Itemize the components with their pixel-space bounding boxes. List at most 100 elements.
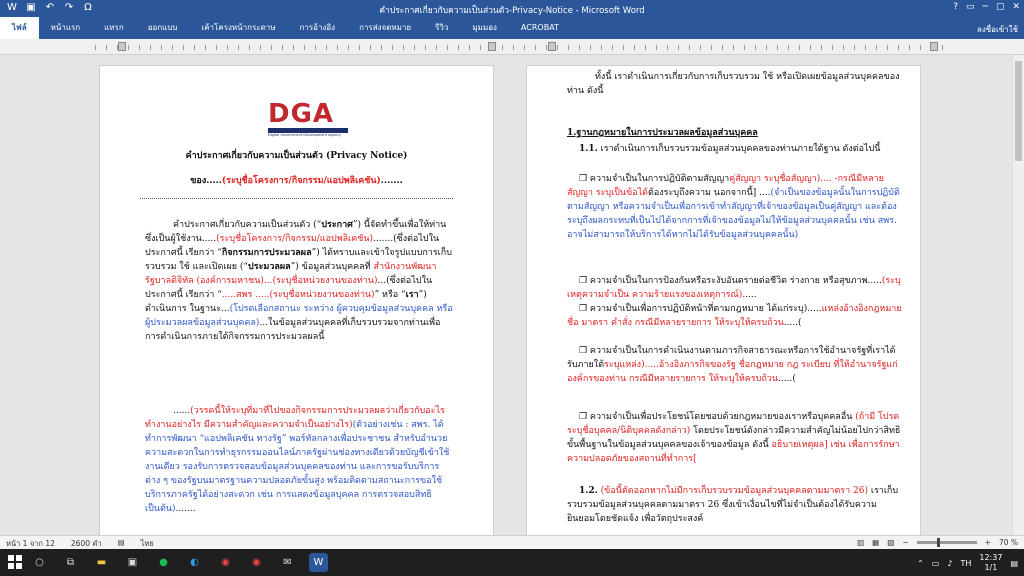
search-icon[interactable]: ○	[30, 553, 49, 572]
text-run: ” หรือ “	[374, 290, 406, 300]
page-left[interactable]: DGA Digital Government Development Agenc…	[99, 65, 494, 535]
tab-layout[interactable]: เค้าโครงหน้ากระดาษ	[189, 17, 287, 39]
section-1-2: 1.2. (ข้อนี้ตัดออกหากไม่มีการเก็บรวบรวมข…	[567, 484, 904, 526]
chrome-icon[interactable]: ◉	[216, 553, 235, 572]
edge-icon[interactable]: ◐	[185, 553, 204, 572]
tab-references[interactable]: การอ้างอิง	[288, 17, 348, 39]
status-bar: หน้า 1 จาก 12 2600 คำ ▤ ไทย ▥ ▦ ▧ − + 70…	[0, 535, 1024, 549]
heading-legal-basis: 1.ฐานกฎหมายในการประมวลผลข้อมูลส่วนบุคคล	[567, 128, 758, 138]
spotify-icon[interactable]: ●	[154, 553, 173, 572]
ribbon: ไฟล์ หน้าแรก แทรก ออกแบบ เค้าโครงหน้ากระ…	[0, 17, 1024, 39]
zoom-in-icon[interactable]: +	[985, 538, 991, 547]
system-clock[interactable]: 12:37 1/1	[979, 553, 1002, 573]
page-right[interactable]: ทั้งนี้ เราดำเนินการเกี่ยวกับการเก็บรวบร…	[526, 65, 921, 535]
right-indent-marker[interactable]	[930, 42, 938, 51]
text-run: .....(	[783, 318, 802, 328]
text-run: ......	[173, 406, 191, 416]
text-run: .....	[742, 290, 757, 300]
checkbox-item-legal-obligation[interactable]: ❒ ความจำเป็นเพื่อการปฏิบัติหน้าที่ตามกฎห…	[567, 302, 904, 330]
text-run: ❒ ความจำเป็นเพื่อประโยชน์โดยชอบด้วยกฎหมา…	[579, 412, 856, 422]
section-1-1: 1.1. เราดำเนินการเก็บรวบรวมข้อมูลส่วนบุค…	[567, 142, 904, 156]
document-canvas[interactable]: DGA Digital Government Development Agenc…	[0, 55, 1024, 535]
window-title: คำประกาศเกี่ยวกับความเป็นส่วนตัว-Privacy…	[379, 6, 645, 16]
text-run: .......	[175, 504, 196, 514]
text-run: ประกาศ	[321, 220, 353, 230]
vertical-scrollbar[interactable]	[1012, 55, 1024, 535]
tab-review[interactable]: รีวิว	[423, 17, 460, 39]
ribbon-display-icon[interactable]: ▭	[966, 2, 975, 12]
clock-time: 12:37	[979, 553, 1003, 562]
notification-icon[interactable]: ▤	[1010, 559, 1018, 568]
zoom-out-icon[interactable]: −	[902, 538, 908, 547]
text-run: ❒ ความจำเป็นเพื่อการปฏิบัติหน้าที่ตามกฎห…	[579, 304, 822, 314]
text-run: ประมวลผล	[248, 262, 291, 272]
paragraph-background: ......(วรรคนี้ให้ระบุที่มาที่ไปของกิจกรร…	[145, 404, 453, 518]
placeholder-text: (ข้อนี้ตัดออกหากไม่มีการเก็บรวบรวมข้อมูล…	[600, 486, 869, 496]
file-explorer-icon[interactable]: ▬	[92, 553, 111, 572]
checkbox-item-contract[interactable]: ❒ ความจำเป็นในการปฏิบัติตามสัญญาคู่สัญญา…	[567, 172, 904, 242]
placeholder-text: ระบุแหล่ง).....อ้างอิงภารกิจของรัฐ ชื่อก…	[567, 360, 898, 384]
volume-icon[interactable]: ♪	[947, 559, 952, 568]
mail-icon[interactable]: ✉	[278, 553, 297, 572]
column-marker[interactable]	[548, 42, 556, 51]
text-run: กิจกรรมการประมวลผล	[221, 248, 312, 258]
text-run: ”) ข้อมูลส่วนบุคคลที่	[290, 262, 374, 272]
task-view-icon[interactable]: ⧉	[61, 553, 80, 572]
text-run: ❒ ความจำเป็นในการป้องกันหรือระงับอันตราย…	[579, 276, 882, 286]
logo-text: DGA	[268, 99, 335, 129]
text-run: เรา	[405, 290, 419, 300]
checkbox-item-legitimate-interest[interactable]: ❒ ความจำเป็นเพื่อประโยชน์โดยชอบด้วยกฎหมา…	[567, 410, 904, 466]
print-layout-icon[interactable]: ▦	[872, 538, 879, 547]
zoom-slider-knob[interactable]	[936, 538, 940, 547]
placeholder-text: .....สพร .....(ระบุชื่อหน่วยงานของท่าน)	[221, 290, 375, 300]
left-indent-marker[interactable]	[118, 42, 126, 51]
text-run: คำประกาศเกี่ยวกับความเป็นส่วนตัว (“	[173, 220, 322, 230]
ruler-ticks	[95, 45, 944, 50]
tab-insert[interactable]: แทรก	[92, 17, 136, 39]
network-icon[interactable]: ▭	[932, 559, 940, 568]
ribbon-tabs: ไฟล์ หน้าแรก แทรก ออกแบบ เค้าโครงหน้ากระ…	[0, 17, 571, 39]
chevron-up-icon[interactable]: ⌃	[917, 559, 924, 568]
close-button[interactable]: ✕	[1012, 2, 1020, 12]
windows-start-icon[interactable]	[8, 555, 22, 569]
minimize-button[interactable]: ─	[983, 2, 988, 12]
horizontal-ruler[interactable]	[0, 39, 1024, 55]
example-text: (ตัวอย่างเช่น : สพร. ได้ทำการพัฒนา “แอปพ…	[145, 420, 450, 514]
checkbox-item-vital-interest[interactable]: ❒ ความจำเป็นในการป้องกันหรือระงับอันตราย…	[567, 274, 904, 302]
logo-tagline: Digital Government Development Agency	[268, 133, 342, 137]
maximize-button[interactable]: ▢	[996, 2, 1005, 12]
sign-in-link[interactable]: ลงชื่อเข้าใช้	[977, 23, 1018, 36]
tab-mailings[interactable]: การส่งจดหมาย	[347, 17, 423, 39]
section-number: 1.2.	[579, 486, 598, 496]
dga-logo: DGA Digital Government Development Agenc…	[268, 101, 348, 138]
column-marker[interactable]	[488, 42, 496, 51]
text-run: ❒ ความจำเป็นในการปฏิบัติตามสัญญา	[579, 174, 730, 184]
word-taskbar-icon[interactable]: W	[309, 553, 328, 572]
windows-taskbar: ○ ⧉ ▬ ▣ ● ◐ ◉ ◉ ✉ W ⌃ ▭ ♪ TH 12:37 1/1 ▤	[0, 549, 1024, 576]
title-bar: W ▣ ↶ ↷ Ω คำประกาศเกี่ยวกับความเป็นส่วนต…	[0, 0, 1024, 17]
scrollbar-thumb[interactable]	[1015, 61, 1022, 161]
store-icon[interactable]: ▣	[123, 553, 142, 572]
text-run: เราดำเนินการเก็บรวบรวมข้อมูลส่วนบุคคลของ…	[600, 144, 881, 154]
tab-file[interactable]: ไฟล์	[0, 17, 39, 39]
text-run: ต้องระบุถึงความ นอกจากนี้] ....	[648, 188, 771, 198]
zoom-level[interactable]: 70 %	[999, 538, 1018, 547]
web-layout-icon[interactable]: ▧	[887, 538, 894, 547]
paragraph-intro-right: ทั้งนี้ เราดำเนินการเกี่ยวกับการเก็บรวบร…	[567, 72, 900, 96]
help-icon[interactable]: ?	[953, 2, 958, 12]
tab-design[interactable]: ออกแบบ	[136, 17, 190, 39]
clock-date: 1/1	[984, 563, 998, 572]
read-mode-icon[interactable]: ▥	[857, 538, 864, 547]
paragraph-intro: คำประกาศเกี่ยวกับความเป็นส่วนตัว (“ประกา…	[145, 218, 453, 346]
tab-view[interactable]: มุมมอง	[460, 17, 509, 39]
subtitle-suffix: .......	[380, 176, 403, 186]
section-number: 1.1.	[579, 144, 598, 154]
checkbox-item-public-task[interactable]: ❒ ความจำเป็นในการดำเนินงานตามภารกิจสาธาร…	[567, 344, 904, 386]
zoom-slider[interactable]	[916, 538, 977, 547]
subtitle-prefix: ของ.....	[190, 176, 222, 186]
tab-home[interactable]: หน้าแรก	[39, 17, 93, 39]
input-language[interactable]: TH	[960, 559, 971, 568]
chrome-profile-icon[interactable]: ◉	[247, 553, 266, 572]
tab-acrobat[interactable]: ACROBAT	[509, 17, 571, 39]
subtitle-placeholder: (ระบุชื่อโครงการ/กิจกรรม/แอปพลิเคชัน)	[221, 176, 381, 186]
